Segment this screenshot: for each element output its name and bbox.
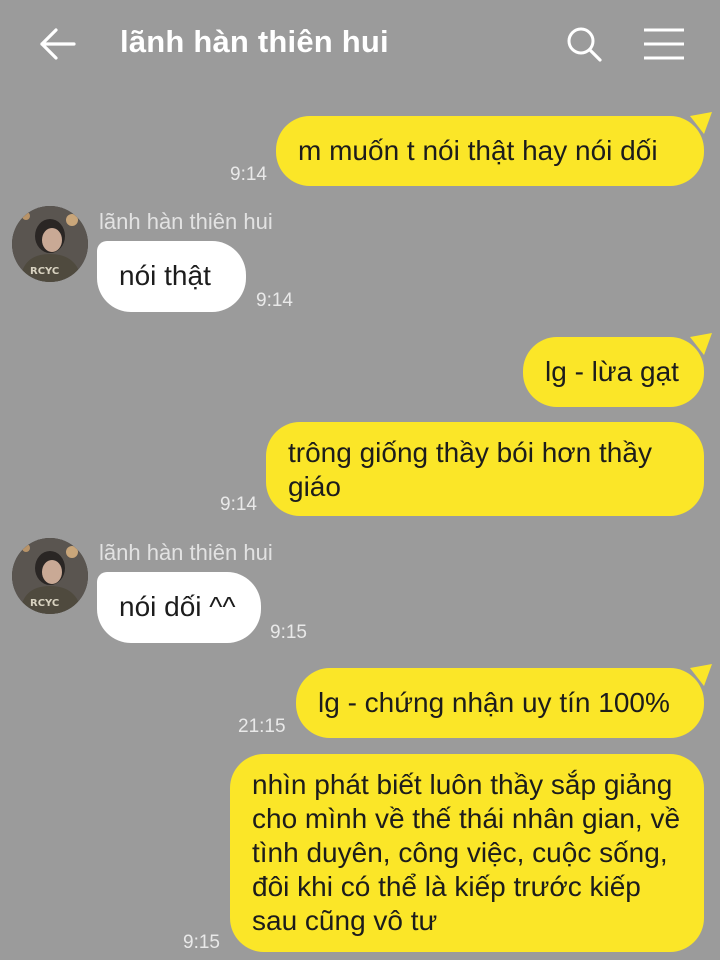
message-time: 9:14 (256, 290, 293, 311)
avatar-image: RCYC (12, 206, 88, 282)
message-time: 9:14 (230, 164, 267, 185)
search-icon (567, 27, 602, 62)
outgoing-message-bubble[interactable]: lg - chứng nhận uy tín 100% (296, 668, 704, 738)
outgoing-message-bubble[interactable]: lg - lừa gạt (523, 337, 704, 407)
svg-text:RCYC: RCYC (30, 598, 59, 609)
message-time: 21:15 (238, 716, 286, 737)
outgoing-message-bubble[interactable]: m muốn t nói thật hay nói dối (276, 116, 704, 186)
avatar[interactable]: RCYC (12, 538, 88, 614)
message-text: nói thật (119, 260, 211, 291)
incoming-message-bubble[interactable]: nói thật (97, 241, 246, 312)
sender-name: lãnh hàn thiên hui (99, 209, 273, 234)
chat-header: lãnh hàn thiên hui (0, 0, 720, 88)
message-text: nói dối ^^ (119, 591, 236, 622)
message-time: 9:14 (220, 494, 257, 515)
message-time: 9:15 (183, 932, 220, 953)
menu-button[interactable] (642, 26, 686, 62)
chat-title: lãnh hàn thiên hui (120, 24, 389, 59)
message-time: 9:15 (270, 622, 307, 643)
message-text: m muốn t nói thật hay nói dối (298, 135, 658, 166)
outgoing-message-bubble[interactable]: nhìn phát biết luôn thầy sắp giảng cho m… (230, 754, 704, 952)
message-text: lg - chứng nhận uy tín 100% (318, 687, 670, 718)
avatar-image: RCYC (12, 538, 88, 614)
bubble-tail (690, 112, 712, 134)
outgoing-message-bubble[interactable]: trông giống thầy bói hơn thầy giáo (266, 422, 704, 516)
incoming-message-bubble[interactable]: nói dối ^^ (97, 572, 261, 643)
message-text: lg - lừa gạt (545, 356, 679, 387)
bubble-tail (690, 333, 712, 355)
arrow-left-icon (40, 28, 76, 60)
search-button[interactable] (564, 24, 604, 64)
svg-text:RCYC: RCYC (30, 266, 59, 277)
avatar[interactable]: RCYC (12, 206, 88, 282)
back-button[interactable] (38, 26, 78, 62)
hamburger-menu-icon (644, 28, 684, 60)
message-text: nhìn phát biết luôn thầy sắp giảng cho m… (252, 769, 681, 936)
message-text: trông giống thầy bói hơn thầy giáo (288, 437, 652, 502)
sender-name: lãnh hàn thiên hui (99, 540, 273, 565)
bubble-tail (690, 664, 712, 686)
